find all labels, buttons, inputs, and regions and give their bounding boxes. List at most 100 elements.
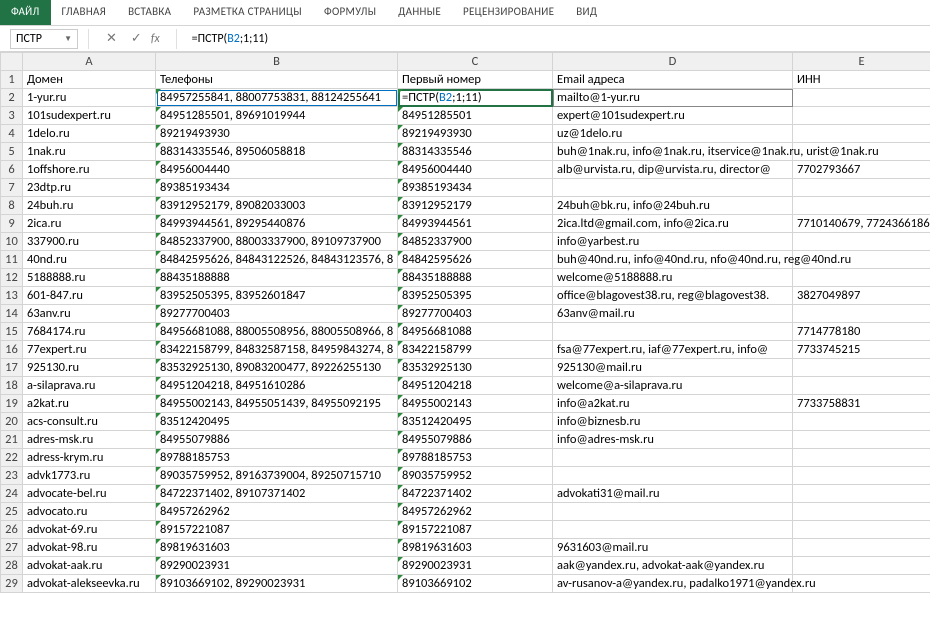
cell[interactable]: [793, 485, 930, 503]
cell[interactable]: 925130.ru: [23, 359, 156, 377]
cell[interactable]: 84842595626, 84843122526, 84843123576, 8: [156, 251, 398, 269]
cell[interactable]: 7710140679, 7724366186: [793, 215, 930, 233]
cell[interactable]: 83912952179, 89082033003: [156, 197, 398, 215]
row-header[interactable]: 17: [1, 359, 23, 377]
cell[interactable]: 89788185753: [156, 449, 398, 467]
cell[interactable]: info@a2kat.ru: [553, 395, 793, 413]
cell[interactable]: 84957262962: [156, 503, 398, 521]
row-header[interactable]: 21: [1, 431, 23, 449]
cell[interactable]: alb@urvista.ru, dip@urvista.ru, director…: [553, 161, 793, 179]
cell[interactable]: 84951204218, 84951610286: [156, 377, 398, 395]
cell[interactable]: 1delo.ru: [23, 125, 156, 143]
cell[interactable]: 89277700403: [156, 305, 398, 323]
cell[interactable]: 1nak.ru: [23, 143, 156, 161]
cell[interactable]: 89157221087: [156, 521, 398, 539]
cell[interactable]: 83532925130: [398, 359, 553, 377]
cell[interactable]: 89103669102, 89290023931: [156, 575, 398, 593]
cell[interactable]: advk1773.ru: [23, 467, 156, 485]
cell[interactable]: 89819631603: [398, 539, 553, 557]
cell[interactable]: 9631603@mail.ru: [553, 539, 793, 557]
cell[interactable]: 84951285501, 89691019944: [156, 107, 398, 125]
cell[interactable]: [793, 359, 930, 377]
cell[interactable]: 84955079886: [398, 431, 553, 449]
cell[interactable]: [793, 539, 930, 557]
tab-page-layout[interactable]: РАЗМЕТКА СТРАНИЦЫ: [182, 0, 313, 25]
cell[interactable]: 83532925130, 89083200477, 89226255130: [156, 359, 398, 377]
cell[interactable]: 84955002143, 84955051439, 84955092195: [156, 395, 398, 413]
cell[interactable]: [793, 197, 930, 215]
cell[interactable]: fsa@77expert.ru, iaf@77expert.ru, info@: [553, 341, 793, 359]
cell[interactable]: 7733745215: [793, 341, 930, 359]
cell[interactable]: 89385193434: [156, 179, 398, 197]
col-header[interactable]: C: [398, 53, 553, 71]
cell[interactable]: 89385193434: [398, 179, 553, 197]
cell[interactable]: 7684174.ru: [23, 323, 156, 341]
row-header[interactable]: 8: [1, 197, 23, 215]
cell[interactable]: [793, 431, 930, 449]
cell[interactable]: 89035759952, 89163739004, 89250715710: [156, 467, 398, 485]
row-header[interactable]: 14: [1, 305, 23, 323]
cell[interactable]: 5188888.ru: [23, 269, 156, 287]
cell[interactable]: info@yarbest.ru: [553, 233, 793, 251]
cell[interactable]: 89290023931: [156, 557, 398, 575]
cell[interactable]: 89103669102: [398, 575, 553, 593]
cell[interactable]: 83512420495: [398, 413, 553, 431]
row-header[interactable]: 2: [1, 89, 23, 107]
cell[interactable]: 925130@mail.ru: [553, 359, 793, 377]
row-header[interactable]: 25: [1, 503, 23, 521]
cell[interactable]: advokat-98.ru: [23, 539, 156, 557]
cell[interactable]: 2ica.ltd@gmail.com, info@2ica.ru: [553, 215, 793, 233]
cell[interactable]: expert@101sudexpert.ru: [553, 107, 793, 125]
cell[interactable]: 84722371402, 89107371402: [156, 485, 398, 503]
cell[interactable]: 88314335546, 89506058818: [156, 143, 398, 161]
cell[interactable]: mailto@1-yur.ru: [553, 89, 793, 107]
cell[interactable]: 84956004440: [398, 161, 553, 179]
cell[interactable]: [793, 449, 930, 467]
cell[interactable]: 84852337900: [398, 233, 553, 251]
cell[interactable]: 89219493930: [398, 125, 553, 143]
cell[interactable]: info@biznesb.ru: [553, 413, 793, 431]
cell[interactable]: 84842595626: [398, 251, 553, 269]
cell[interactable]: office@blagovest38.ru, reg@blagovest38.: [553, 287, 793, 305]
row-header[interactable]: 3: [1, 107, 23, 125]
cell[interactable]: ИНН: [793, 71, 930, 89]
row-header[interactable]: 7: [1, 179, 23, 197]
cell[interactable]: advokat-aak.ru: [23, 557, 156, 575]
cell[interactable]: 63anv.ru: [23, 305, 156, 323]
cell[interactable]: 84955079886: [156, 431, 398, 449]
col-header[interactable]: B: [156, 53, 398, 71]
name-box[interactable]: ПСТР ▼: [10, 29, 78, 49]
cell[interactable]: 101sudexpert.ru: [23, 107, 156, 125]
cell[interactable]: 89788185753: [398, 449, 553, 467]
cell[interactable]: 84956004440: [156, 161, 398, 179]
cell[interactable]: [553, 323, 793, 341]
cell[interactable]: 83912952179: [398, 197, 553, 215]
cell[interactable]: [793, 269, 930, 287]
row-header[interactable]: 27: [1, 539, 23, 557]
cell[interactable]: 89035759952: [398, 467, 553, 485]
tab-formulas[interactable]: ФОРМУЛЫ: [313, 0, 387, 25]
cell[interactable]: 88314335546: [398, 143, 553, 161]
tab-review[interactable]: РЕЦЕНЗИРОВАНИЕ: [452, 0, 565, 25]
tab-data[interactable]: ДАННЫЕ: [387, 0, 452, 25]
cell[interactable]: 88435188888: [156, 269, 398, 287]
row-header[interactable]: 19: [1, 395, 23, 413]
row-header[interactable]: 15: [1, 323, 23, 341]
col-header[interactable]: A: [23, 53, 156, 71]
cell[interactable]: 84956681088, 88005508956, 88005508966, 8: [156, 323, 398, 341]
cell[interactable]: [553, 503, 793, 521]
cell[interactable]: [793, 305, 930, 323]
cell[interactable]: a2kat.ru: [23, 395, 156, 413]
cell[interactable]: 83422158799, 84832587158, 84959843274, 8: [156, 341, 398, 359]
cell[interactable]: [793, 521, 930, 539]
cell[interactable]: 7733758831: [793, 395, 930, 413]
cell[interactable]: welcome@5188888.ru: [553, 269, 793, 287]
cell[interactable]: 84951285501: [398, 107, 553, 125]
cell[interactable]: 83952505395, 83952601847: [156, 287, 398, 305]
cell[interactable]: [793, 557, 930, 575]
row-header[interactable]: 16: [1, 341, 23, 359]
row-header[interactable]: 6: [1, 161, 23, 179]
cell[interactable]: 1-yur.ru: [23, 89, 156, 107]
cell[interactable]: 84957262962: [398, 503, 553, 521]
cell[interactable]: buh@1nak.ru, info@1nak.ru, itservice@1na…: [553, 143, 793, 161]
